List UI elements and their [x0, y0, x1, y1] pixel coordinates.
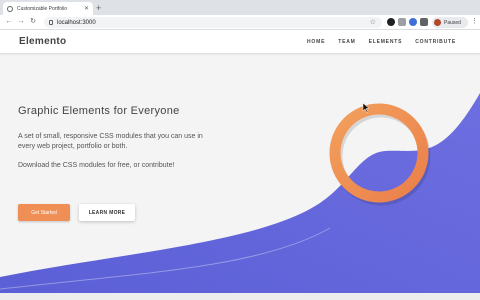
- globe-icon: [7, 5, 13, 12]
- site-nav-links: HOME TEAM ELEMENTS CONTRIBUTE: [307, 39, 456, 45]
- star-icon[interactable]: ☆: [370, 18, 376, 26]
- nav-link-elements[interactable]: ELEMENTS: [369, 39, 403, 45]
- close-tab-icon[interactable]: ✕: [84, 5, 89, 12]
- puzzle-icon[interactable]: [420, 18, 428, 26]
- browser-tab[interactable]: Customizable Portfolio ✕: [3, 2, 93, 15]
- url-text[interactable]: localhost:3000: [57, 20, 96, 26]
- learn-more-button[interactable]: LEARN MORE: [79, 204, 135, 221]
- nav-link-team[interactable]: TEAM: [338, 39, 355, 45]
- orange-ring-graphic: [329, 103, 431, 206]
- window-controls: [445, 3, 476, 8]
- get-started-button[interactable]: Get Started: [18, 204, 70, 221]
- minimize-icon[interactable]: [445, 3, 450, 8]
- window-close-icon[interactable]: [471, 3, 476, 8]
- hero-download-text: Download the CSS modules for free, or co…: [18, 162, 175, 169]
- address-bar[interactable]: localhost:3000 ☆: [44, 17, 382, 28]
- hero-title: Graphic Elements for Everyone: [18, 105, 180, 117]
- profile-button[interactable]: Paused: [432, 17, 468, 28]
- tab-title: Customizable Portfolio: [17, 5, 68, 12]
- forward-icon[interactable]: →: [15, 17, 27, 27]
- profile-status: Paused: [444, 19, 461, 26]
- maximize-icon[interactable]: [458, 3, 463, 8]
- extension-icon[interactable]: [398, 18, 406, 26]
- nav-link-home[interactable]: HOME: [307, 39, 325, 45]
- browser-tab-strip: Customizable Portfolio ✕ +: [0, 0, 480, 15]
- mouse-cursor-icon: [362, 103, 370, 113]
- extension-icon[interactable]: [387, 18, 395, 26]
- web-page: Elemento HOME TEAM ELEMENTS CONTRIBUTE G…: [0, 31, 480, 300]
- site-navbar: Elemento HOME TEAM ELEMENTS CONTRIBUTE: [0, 31, 480, 53]
- nav-link-contribute[interactable]: CONTRIBUTE: [415, 39, 456, 45]
- kebab-menu-icon[interactable]: ⋮: [471, 18, 478, 26]
- browser-toolbar: ← → ↻ localhost:3000 ☆ Paused ⋮: [0, 15, 480, 30]
- hero-description: A set of small, responsive CSS modules t…: [18, 133, 203, 150]
- extension-icon[interactable]: [409, 18, 417, 26]
- info-icon[interactable]: [49, 20, 53, 25]
- new-tab-button[interactable]: +: [96, 3, 101, 13]
- back-icon[interactable]: ←: [3, 17, 15, 27]
- avatar: [434, 19, 441, 26]
- reload-icon[interactable]: ↻: [27, 17, 39, 27]
- site-logo[interactable]: Elemento: [19, 36, 66, 47]
